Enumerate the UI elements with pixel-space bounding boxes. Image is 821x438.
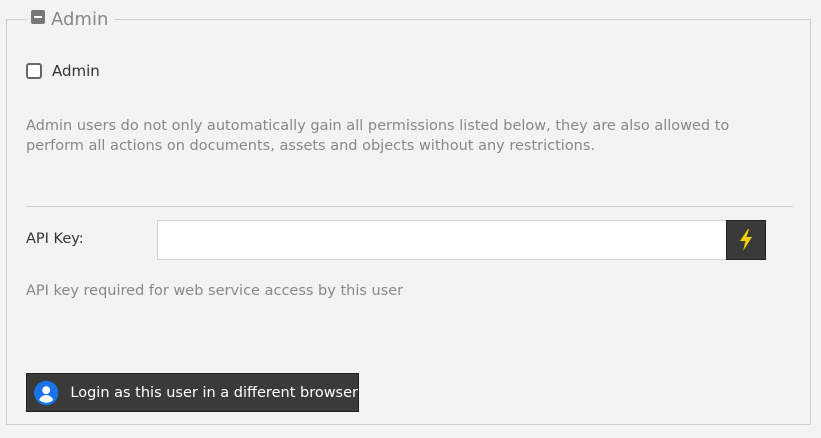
api-key-input[interactable] <box>157 220 727 260</box>
api-key-label: API Key: <box>26 231 84 247</box>
admin-description: Admin users do not only automatically ga… <box>26 118 730 154</box>
admin-checkbox-row[interactable]: Admin <box>26 62 100 80</box>
api-key-hint: API key required for web service access … <box>26 283 404 299</box>
admin-fieldset-legend[interactable]: Admin <box>27 6 115 32</box>
section-divider <box>26 206 793 207</box>
login-as-user-label: Login as this user in a different browse… <box>70 384 358 401</box>
admin-checkbox[interactable] <box>26 63 42 79</box>
generate-api-key-button[interactable] <box>726 220 766 260</box>
lightning-icon <box>740 229 752 251</box>
login-as-user-button[interactable]: Login as this user in a different browse… <box>26 373 359 412</box>
admin-checkbox-label[interactable]: Admin <box>52 62 100 80</box>
user-avatar-icon <box>34 380 59 405</box>
collapse-minus-icon[interactable] <box>31 10 45 24</box>
fieldset-title: Admin <box>51 8 109 30</box>
